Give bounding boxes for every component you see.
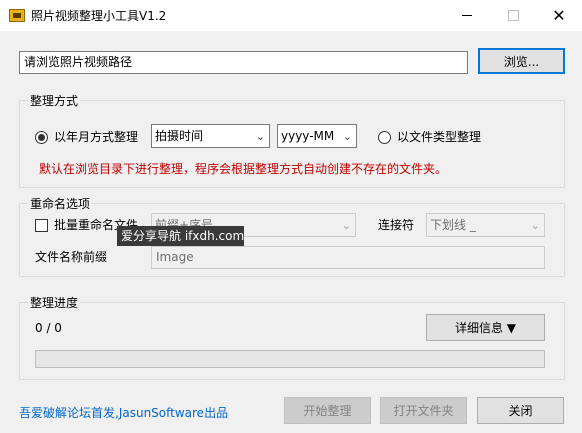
batch-rename-checkbox[interactable] [35, 219, 48, 232]
chevron-down-icon: ⌄ [342, 130, 352, 143]
prefix-input[interactable]: Image [151, 246, 545, 269]
start-button[interactable]: 开始整理 [284, 397, 371, 424]
progress-count: 0 / 0 [35, 321, 62, 335]
minimize-button[interactable] [444, 0, 490, 31]
window-title: 照片视频整理小工具V1.2 [31, 9, 167, 23]
credit-link[interactable]: 吾爱破解论坛首发,JasunSoftware出品 [19, 404, 228, 421]
date-source-select[interactable]: 拍摄时间 ⌄ [151, 124, 270, 148]
by-date-label[interactable]: 以年月方式整理 [54, 129, 138, 145]
close-icon: ✕ [552, 5, 566, 25]
open-folder-button[interactable]: 打开文件夹 [380, 397, 467, 424]
path-input[interactable]: 请浏览照片视频路径 [19, 51, 468, 74]
connector-value: 下划线 _ [430, 218, 476, 232]
browse-button[interactable]: 浏览... [478, 48, 565, 74]
organize-hint: 默认在浏览目录下进行整理，程序会根据整理方式自动创建不存在的文件夹。 [39, 162, 448, 176]
close-button[interactable]: 关闭 [477, 397, 564, 424]
chevron-down-icon: ⌄ [341, 219, 351, 232]
maximize-icon [507, 10, 519, 21]
connector-select[interactable]: 下划线 _ ⌄ [426, 213, 545, 237]
chevron-down-icon: ⌄ [255, 130, 265, 143]
connector-label: 连接符 [378, 218, 415, 232]
organize-group-title: 整理方式 [28, 94, 81, 108]
date-source-value: 拍摄时间 [155, 129, 204, 143]
by-type-radio[interactable] [378, 131, 391, 144]
rename-group-title: 重命名选项 [28, 197, 93, 211]
date-format-value: yyyy-MM [281, 129, 335, 143]
title-bar: 照片视频整理小工具V1.2 ✕ [0, 0, 582, 31]
watermark-overlay: 爱分享导航 ifxdh.com [117, 226, 244, 246]
progress-bar [35, 350, 545, 368]
date-format-select[interactable]: yyyy-MM ⌄ [277, 124, 357, 148]
app-icon [9, 9, 25, 22]
maximize-button[interactable] [490, 0, 536, 31]
prefix-label: 文件名称前缀 [35, 250, 108, 264]
minimize-icon [462, 15, 472, 16]
by-date-radio[interactable] [35, 131, 48, 144]
chevron-down-icon: ⌄ [530, 219, 540, 232]
progress-group-title: 整理进度 [28, 296, 81, 310]
by-type-label[interactable]: 以文件类型整理 [397, 129, 481, 145]
close-window-button[interactable]: ✕ [536, 0, 582, 31]
details-button[interactable]: 详细信息 ▼ [426, 314, 545, 341]
